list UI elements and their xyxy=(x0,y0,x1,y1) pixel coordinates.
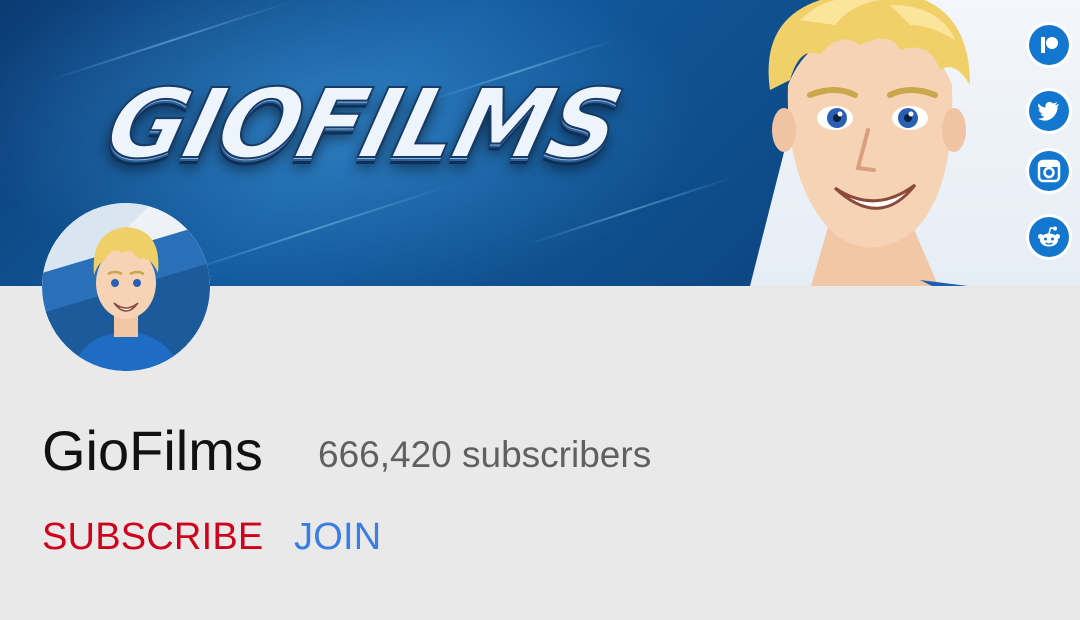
banner-title: GIOFILMS xyxy=(95,67,632,181)
twitter-link[interactable] xyxy=(1026,88,1072,134)
channel-name: GioFilms xyxy=(42,419,263,482)
avatar-illustration xyxy=(42,203,210,371)
reddit-icon xyxy=(1029,217,1069,257)
patreon-icon xyxy=(1029,25,1069,65)
channel-page: GIOFILMS GioFilms 666,420 subscribers SU… xyxy=(0,0,1080,620)
instagram-icon xyxy=(1029,151,1069,191)
join-button[interactable]: JOIN xyxy=(294,512,381,562)
instagram-link[interactable] xyxy=(1026,148,1072,194)
subscriber-count: 666,420 subscribers xyxy=(318,434,652,475)
banner-streak xyxy=(525,176,735,246)
banner-streak xyxy=(167,183,453,279)
channel-avatar[interactable] xyxy=(42,203,210,371)
reddit-link[interactable] xyxy=(1026,214,1072,260)
patreon-link[interactable] xyxy=(1026,22,1072,68)
subscribe-button[interactable]: SUBSCRIBE xyxy=(42,512,263,562)
banner-character-illustration xyxy=(768,0,970,286)
twitter-icon xyxy=(1029,91,1069,131)
